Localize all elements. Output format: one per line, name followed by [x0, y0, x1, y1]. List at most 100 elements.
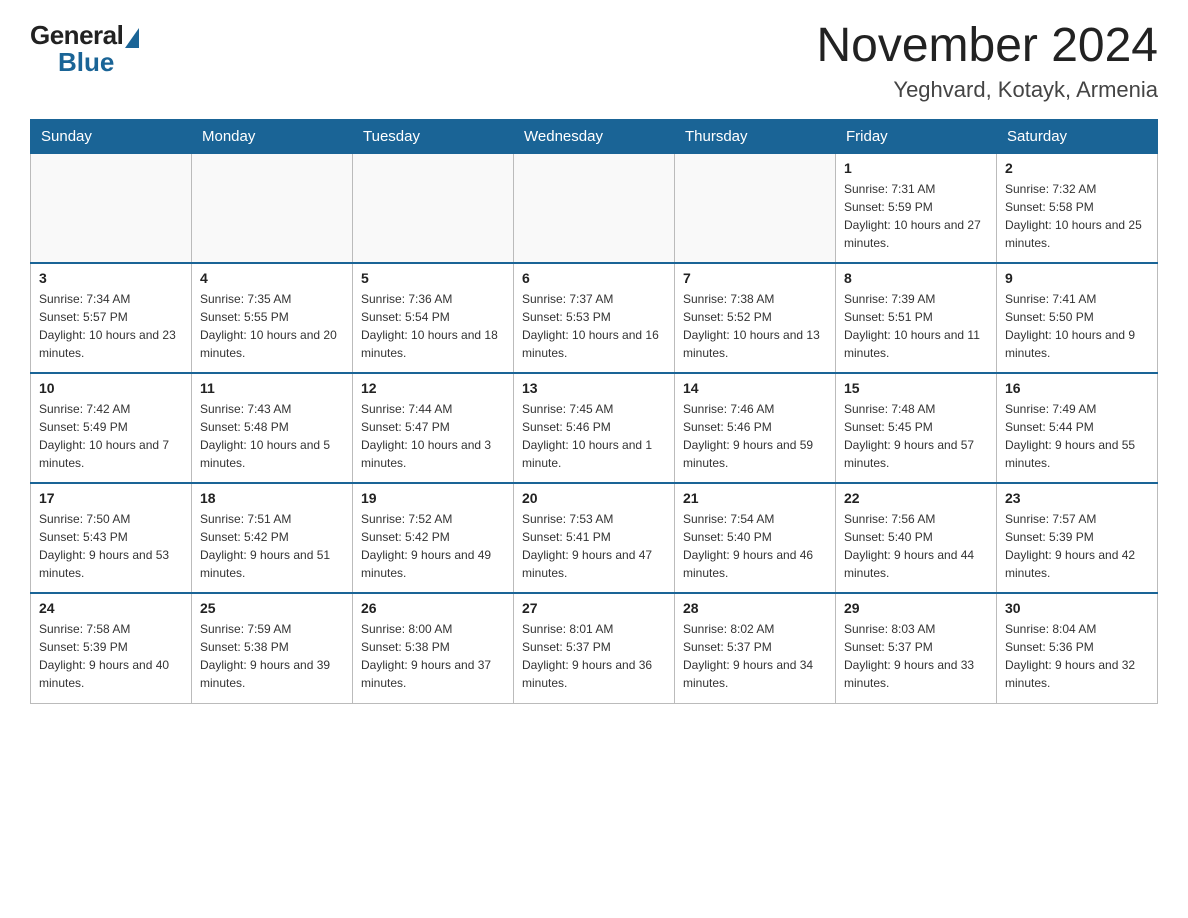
day-number: 6 [522, 270, 666, 286]
logo: General Blue [30, 20, 139, 78]
day-number: 25 [200, 600, 344, 616]
calendar-cell: 4 Sunrise: 7:35 AM Sunset: 5:55 PM Daylig… [192, 263, 353, 373]
calendar-cell: 23Sunrise: 7:57 AM Sunset: 5:39 PM Dayli… [997, 483, 1158, 593]
day-number: 21 [683, 490, 827, 506]
calendar-cell: 13 Sunrise: 7:45 AM Sunset: 5:46 PM Dayli… [514, 373, 675, 483]
day-info: Sunrise: 7:35 AM Sunset: 5:55 PM Dayligh… [200, 290, 344, 362]
calendar-cell: 14Sunrise: 7:46 AM Sunset: 5:46 PM Dayli… [675, 373, 836, 483]
day-number: 27 [522, 600, 666, 616]
calendar-cell: 5Sunrise: 7:36 AM Sunset: 5:54 PM Daylig… [353, 263, 514, 373]
logo-arrow-icon [125, 28, 139, 48]
calendar-subtitle: Yeghvard, Kotayk, Armenia [816, 77, 1158, 103]
day-info: Sunrise: 7:54 AM Sunset: 5:40 PM Dayligh… [683, 510, 827, 582]
day-info: Sunrise: 7:49 AM Sunset: 5:44 PM Dayligh… [1005, 400, 1149, 472]
day-info: Sunrise: 7:38 AM Sunset: 5:52 PM Dayligh… [683, 290, 827, 362]
weekday-header-friday: Friday [836, 119, 997, 153]
day-number: 10 [39, 380, 183, 396]
day-info: Sunrise: 7:57 AM Sunset: 5:39 PM Dayligh… [1005, 510, 1149, 582]
page-header: General Blue November 2024 Yeghvard, Kot… [30, 20, 1158, 103]
day-info: Sunrise: 7:42 AM Sunset: 5:49 PM Dayligh… [39, 400, 183, 472]
calendar-cell: 22 Sunrise: 7:56 AM Sunset: 5:40 PM Dayli… [836, 483, 997, 593]
day-info: Sunrise: 7:45 AM Sunset: 5:46 PM Dayligh… [522, 400, 666, 472]
calendar-cell: 9 Sunrise: 7:41 AM Sunset: 5:50 PM Daylig… [997, 263, 1158, 373]
day-info: Sunrise: 7:36 AM Sunset: 5:54 PM Dayligh… [361, 290, 505, 362]
weekday-header-saturday: Saturday [997, 119, 1158, 153]
day-info: Sunrise: 7:31 AM Sunset: 5:59 PM Dayligh… [844, 180, 988, 252]
calendar-cell: 21 Sunrise: 7:54 AM Sunset: 5:40 PM Dayli… [675, 483, 836, 593]
day-info: Sunrise: 7:50 AM Sunset: 5:43 PM Dayligh… [39, 510, 183, 582]
day-number: 17 [39, 490, 183, 506]
calendar-cell [675, 153, 836, 263]
calendar-cell: 16 Sunrise: 7:49 AM Sunset: 5:44 PM Dayli… [997, 373, 1158, 483]
weekday-header-monday: Monday [192, 119, 353, 153]
calendar-week-row: 1 Sunrise: 7:31 AM Sunset: 5:59 PM Daylig… [31, 153, 1158, 263]
calendar-cell: 7 Sunrise: 7:38 AM Sunset: 5:52 PM Daylig… [675, 263, 836, 373]
day-number: 12 [361, 380, 505, 396]
day-number: 2 [1005, 160, 1149, 176]
calendar-cell: 11 Sunrise: 7:43 AM Sunset: 5:48 PM Dayli… [192, 373, 353, 483]
day-number: 24 [39, 600, 183, 616]
calendar-cell [353, 153, 514, 263]
calendar-cell: 10 Sunrise: 7:42 AM Sunset: 5:49 PM Dayli… [31, 373, 192, 483]
calendar-cell: 1 Sunrise: 7:31 AM Sunset: 5:59 PM Daylig… [836, 153, 997, 263]
day-number: 18 [200, 490, 344, 506]
calendar-cell: 19 Sunrise: 7:52 AM Sunset: 5:42 PM Dayli… [353, 483, 514, 593]
day-number: 14 [683, 380, 827, 396]
day-info: Sunrise: 7:41 AM Sunset: 5:50 PM Dayligh… [1005, 290, 1149, 362]
day-info: Sunrise: 8:04 AM Sunset: 5:36 PM Dayligh… [1005, 620, 1149, 692]
calendar-cell: 20Sunrise: 7:53 AM Sunset: 5:41 PM Dayli… [514, 483, 675, 593]
calendar-cell: 2 Sunrise: 7:32 AM Sunset: 5:58 PM Daylig… [997, 153, 1158, 263]
day-info: Sunrise: 7:53 AM Sunset: 5:41 PM Dayligh… [522, 510, 666, 582]
calendar-table: SundayMondayTuesdayWednesdayThursdayFrid… [30, 119, 1158, 704]
day-number: 1 [844, 160, 988, 176]
day-info: Sunrise: 7:32 AM Sunset: 5:58 PM Dayligh… [1005, 180, 1149, 252]
day-info: Sunrise: 8:03 AM Sunset: 5:37 PM Dayligh… [844, 620, 988, 692]
day-number: 22 [844, 490, 988, 506]
day-number: 11 [200, 380, 344, 396]
day-info: Sunrise: 7:48 AM Sunset: 5:45 PM Dayligh… [844, 400, 988, 472]
calendar-cell: 6 Sunrise: 7:37 AM Sunset: 5:53 PM Daylig… [514, 263, 675, 373]
day-number: 30 [1005, 600, 1149, 616]
calendar-cell: 17 Sunrise: 7:50 AM Sunset: 5:43 PM Dayli… [31, 483, 192, 593]
day-number: 4 [200, 270, 344, 286]
day-number: 19 [361, 490, 505, 506]
day-number: 13 [522, 380, 666, 396]
calendar-cell: 8 Sunrise: 7:39 AM Sunset: 5:51 PM Daylig… [836, 263, 997, 373]
calendar-week-row: 24 Sunrise: 7:58 AM Sunset: 5:39 PM Dayli… [31, 593, 1158, 703]
logo-blue-text: Blue [58, 47, 114, 78]
calendar-week-row: 3Sunrise: 7:34 AM Sunset: 5:57 PM Daylig… [31, 263, 1158, 373]
day-number: 26 [361, 600, 505, 616]
calendar-cell [31, 153, 192, 263]
weekday-header-thursday: Thursday [675, 119, 836, 153]
day-info: Sunrise: 7:44 AM Sunset: 5:47 PM Dayligh… [361, 400, 505, 472]
day-number: 7 [683, 270, 827, 286]
day-number: 16 [1005, 380, 1149, 396]
day-info: Sunrise: 7:58 AM Sunset: 5:39 PM Dayligh… [39, 620, 183, 692]
day-number: 28 [683, 600, 827, 616]
day-info: Sunrise: 7:37 AM Sunset: 5:53 PM Dayligh… [522, 290, 666, 362]
calendar-cell: 27Sunrise: 8:01 AM Sunset: 5:37 PM Dayli… [514, 593, 675, 703]
calendar-title-block: November 2024 Yeghvard, Kotayk, Armenia [816, 20, 1158, 103]
calendar-header-row: SundayMondayTuesdayWednesdayThursdayFrid… [31, 119, 1158, 153]
day-info: Sunrise: 7:51 AM Sunset: 5:42 PM Dayligh… [200, 510, 344, 582]
calendar-cell: 29 Sunrise: 8:03 AM Sunset: 5:37 PM Dayli… [836, 593, 997, 703]
calendar-cell: 18 Sunrise: 7:51 AM Sunset: 5:42 PM Dayli… [192, 483, 353, 593]
day-info: Sunrise: 7:39 AM Sunset: 5:51 PM Dayligh… [844, 290, 988, 362]
calendar-cell: 24 Sunrise: 7:58 AM Sunset: 5:39 PM Dayli… [31, 593, 192, 703]
day-number: 29 [844, 600, 988, 616]
calendar-cell: 25Sunrise: 7:59 AM Sunset: 5:38 PM Dayli… [192, 593, 353, 703]
calendar-cell [192, 153, 353, 263]
calendar-cell: 28 Sunrise: 8:02 AM Sunset: 5:37 PM Dayli… [675, 593, 836, 703]
calendar-cell: 30 Sunrise: 8:04 AM Sunset: 5:36 PM Dayli… [997, 593, 1158, 703]
day-info: Sunrise: 7:43 AM Sunset: 5:48 PM Dayligh… [200, 400, 344, 472]
weekday-header-sunday: Sunday [31, 119, 192, 153]
day-info: Sunrise: 7:56 AM Sunset: 5:40 PM Dayligh… [844, 510, 988, 582]
day-number: 9 [1005, 270, 1149, 286]
day-info: Sunrise: 7:52 AM Sunset: 5:42 PM Dayligh… [361, 510, 505, 582]
weekday-header-tuesday: Tuesday [353, 119, 514, 153]
calendar-cell: 12 Sunrise: 7:44 AM Sunset: 5:47 PM Dayli… [353, 373, 514, 483]
day-info: Sunrise: 8:02 AM Sunset: 5:37 PM Dayligh… [683, 620, 827, 692]
calendar-title: November 2024 [816, 20, 1158, 73]
weekday-header-wednesday: Wednesday [514, 119, 675, 153]
day-number: 8 [844, 270, 988, 286]
